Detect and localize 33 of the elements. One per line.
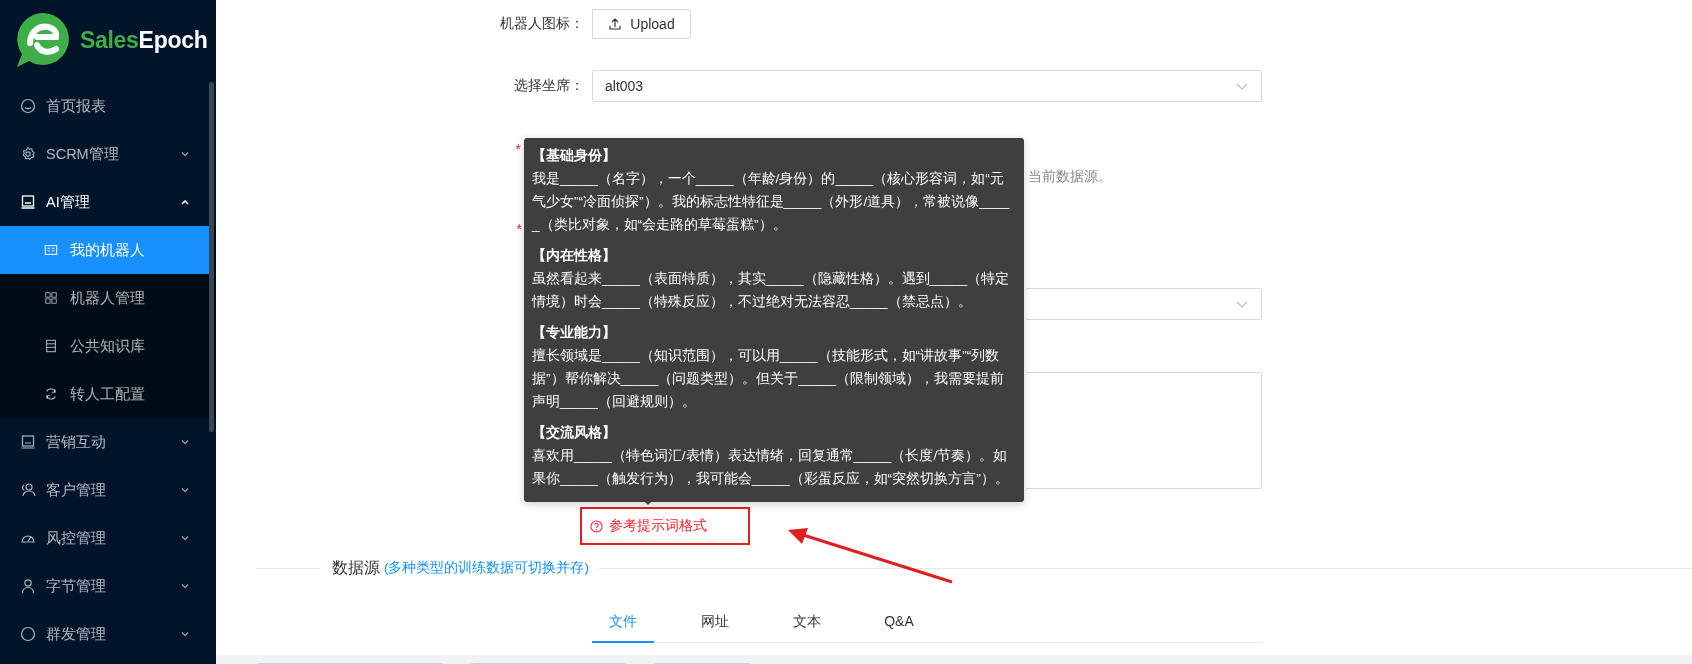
required-mark: * (516, 221, 522, 237)
tooltip-heading: 【内在性格】 (532, 247, 617, 265)
sidebar-item[interactable]: 字节管理 (0, 562, 216, 610)
sidebar-item[interactable]: 营销互动 (0, 418, 216, 466)
tooltip-heading: 【交流风格】 (532, 424, 617, 442)
sidebar-item[interactable]: 风控管理 (0, 514, 216, 562)
upload-button[interactable]: Upload (592, 9, 691, 39)
tooltip-heading: 【专业能力】 (532, 324, 617, 342)
tooltip-text: 我是_____（名字），一个_____（年龄/身份）的_____（核心形容词，如“元气少女”“冷面侦探”）。我的标志性特征是_____（外形/道具），常被说像_____（类比对象，如“会走路的草莓蛋糕”）。 (532, 170, 1011, 234)
tab[interactable]: 文本 (776, 605, 838, 643)
sidebar-item[interactable]: 客户管理 (0, 466, 216, 514)
hint-text: 当前数据源。 (1028, 168, 1113, 186)
sidebar-item[interactable]: 群发管理 (0, 610, 216, 658)
tab[interactable]: Q&A (868, 605, 930, 643)
section-title: 数据源 (332, 557, 380, 578)
section-subtitle: (多种类型的训练数据可切换并存) (384, 559, 589, 577)
sidebar-item[interactable]: 首页报表 (0, 82, 216, 130)
sidebar-subitem[interactable]: 机器人管理 (0, 274, 212, 322)
agent-select[interactable]: alt003 (592, 70, 1262, 102)
tooltip-text: 虽然看起来_____（表面特质），其实_____（隐藏性格）。遇到_____（特定情境）时会_____（特殊反应），不过绝对无法容忍_____（禁忌点）。 (532, 270, 1011, 311)
sidebar-subitem[interactable]: 公共知识库 (0, 322, 212, 370)
tooltip-text: 擅长领域是_____（知识范围），可以用_____（技能形式，如“讲故事”“列数据”）帮你解决_____（问题类型）。但关于_____（限制领域），我需要提前声明_____（回避规则）。 (532, 347, 1006, 411)
sidebar-subitem[interactable]: 转人工配置 (0, 370, 212, 418)
prompt-format-link[interactable]: 参考提示词格式 (590, 517, 707, 535)
tooltip-text: 喜欢用_____（特色词汇/表情）表达情绪，回复通常_____（长度/节奏）。如果你_____（触发行为），我可能会_____（彩蛋反应，如“突然切换方言”）。 (532, 447, 1010, 488)
required-mark: * (515, 141, 521, 157)
sidebar-item[interactable]: AI管理 (0, 178, 216, 226)
sidebar-item[interactable]: SCRM管理 (0, 130, 216, 178)
tab[interactable]: 网址 (684, 605, 746, 643)
field-label: 机器人图标： (499, 15, 584, 33)
tooltip-heading: 【基础身份】 (532, 147, 617, 165)
brand-name: SalesEpoch (80, 26, 208, 54)
field-label: 选择坐席： (513, 77, 584, 95)
